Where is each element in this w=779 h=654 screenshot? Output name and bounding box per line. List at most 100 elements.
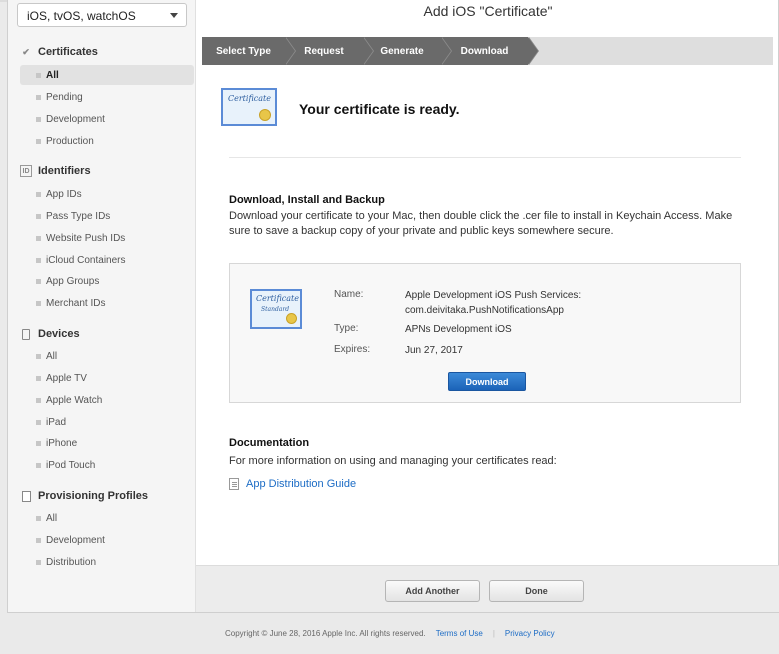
sidebar-section-certificates[interactable]: ✔ Certificates bbox=[20, 43, 98, 61]
sidebar-item-production[interactable]: Production bbox=[20, 131, 194, 151]
sidebar-item-label: Merchant IDs bbox=[46, 297, 106, 309]
sidebar-item-label: iPod Touch bbox=[46, 459, 96, 471]
download-button[interactable]: Download bbox=[448, 372, 526, 391]
sidebar-item-label: App Groups bbox=[46, 275, 100, 287]
sidebar-section-title: Certificates bbox=[38, 46, 98, 58]
step-select-type: Select Type bbox=[202, 37, 296, 65]
bullet-icon bbox=[36, 213, 41, 219]
divider bbox=[229, 157, 741, 158]
sidebar-section-provisioning-profiles[interactable]: Provisioning Profiles bbox=[20, 487, 148, 505]
step-download: Download bbox=[441, 37, 539, 65]
sidebar-item-icloud-containers[interactable]: iCloud Containers bbox=[20, 250, 194, 270]
sidebar-item-ipod-touch[interactable]: iPod Touch bbox=[20, 455, 194, 475]
sidebar-item-label: Development bbox=[46, 113, 105, 125]
download-heading: Download, Install and Backup bbox=[229, 194, 385, 206]
sidebar-item-pending[interactable]: Pending bbox=[20, 87, 194, 107]
privacy-policy-link[interactable]: Privacy Policy bbox=[505, 629, 555, 638]
bullet-icon bbox=[36, 235, 41, 241]
terms-of-use-link[interactable]: Terms of Use bbox=[436, 629, 483, 638]
bullet-icon bbox=[36, 397, 41, 403]
sidebar-item-devices-all[interactable]: All bbox=[20, 346, 194, 366]
name-label: Name: bbox=[334, 289, 364, 300]
certificate-icon-text: Certificate bbox=[256, 294, 299, 303]
bullet-icon bbox=[36, 138, 41, 144]
documentation-heading: Documentation bbox=[229, 437, 310, 449]
sidebar-item-website-push-ids[interactable]: Website Push IDs bbox=[20, 228, 194, 248]
type-value: APNs Development iOS bbox=[405, 324, 512, 335]
sidebar-item-merchant-ids[interactable]: Merchant IDs bbox=[20, 293, 194, 313]
sidebar-item-profiles-distribution[interactable]: Distribution bbox=[20, 552, 194, 572]
sidebar-item-label: Development bbox=[46, 534, 105, 546]
certificate-icon-text: Certificate bbox=[228, 94, 271, 103]
sidebar-item-label: All bbox=[46, 350, 58, 362]
footer-copyright: Copyright © June 28, 2016 Apple Inc. All… bbox=[225, 629, 555, 638]
sidebar-section-title: Devices bbox=[38, 328, 80, 340]
sidebar-item-apple-tv[interactable]: Apple TV bbox=[20, 368, 194, 388]
sidebar-item-apple-watch[interactable]: Apple Watch bbox=[20, 390, 194, 410]
done-button[interactable]: Done bbox=[489, 580, 584, 602]
sidebar-item-ipad[interactable]: iPad bbox=[20, 412, 194, 432]
document-icon bbox=[20, 490, 32, 502]
sidebar-section-identifiers[interactable]: ID Identifiers bbox=[20, 162, 91, 180]
app-distribution-guide-link[interactable]: App Distribution Guide bbox=[229, 478, 356, 490]
device-icon bbox=[20, 328, 32, 340]
certificate-icon: Certificate bbox=[221, 88, 277, 126]
sidebar-item-label: Apple TV bbox=[46, 372, 87, 384]
expires-label: Expires: bbox=[334, 344, 371, 355]
sidebar-item-iphone[interactable]: iPhone bbox=[20, 433, 194, 453]
step-label: Generate bbox=[380, 45, 424, 57]
sidebar-item-label: Production bbox=[46, 135, 94, 147]
platform-select[interactable]: iOS, tvOS, watchOS bbox=[17, 3, 187, 27]
sidebar-section-title: Provisioning Profiles bbox=[38, 490, 149, 502]
sidebar-item-label: App IDs bbox=[46, 188, 82, 200]
platform-select-value: iOS, tvOS, watchOS bbox=[27, 9, 136, 23]
app-frame: iOS, tvOS, watchOS ✔ Certificates All Pe… bbox=[7, 0, 779, 613]
sidebar-item-label: All bbox=[46, 69, 59, 81]
sidebar-item-label: Website Push IDs bbox=[46, 232, 126, 244]
certificate-icon: Certificate Standard bbox=[250, 289, 302, 329]
seal-icon bbox=[286, 313, 297, 324]
bullet-icon bbox=[36, 440, 41, 446]
ready-message: Your certificate is ready. bbox=[299, 101, 460, 117]
name-value: Apple Development iOS Push Services: com… bbox=[405, 288, 581, 318]
sidebar-item-pass-type-ids[interactable]: Pass Type IDs bbox=[20, 206, 194, 226]
bullet-icon bbox=[36, 515, 41, 521]
seal-icon bbox=[259, 109, 271, 121]
step-label: Select Type bbox=[216, 45, 271, 57]
step-request: Request bbox=[285, 37, 374, 65]
sidebar-item-development[interactable]: Development bbox=[20, 109, 194, 129]
add-another-button[interactable]: Add Another bbox=[385, 580, 480, 602]
step-generate: Generate bbox=[363, 37, 452, 65]
bullet-icon bbox=[36, 116, 41, 122]
sidebar-item-label: Pass Type IDs bbox=[46, 210, 111, 222]
certificate-check-icon: ✔ bbox=[22, 46, 30, 57]
bullet-icon bbox=[36, 419, 41, 425]
bullet-icon bbox=[36, 375, 41, 381]
id-badge-icon: ID bbox=[20, 165, 32, 177]
sidebar-item-app-ids[interactable]: App IDs bbox=[20, 184, 194, 204]
sidebar: iOS, tvOS, watchOS ✔ Certificates All Pe… bbox=[8, 0, 196, 612]
copyright-text: Copyright © June 28, 2016 Apple Inc. All… bbox=[225, 629, 426, 638]
footer-separator: | bbox=[492, 629, 495, 638]
sidebar-item-profiles-all[interactable]: All bbox=[20, 508, 194, 528]
step-label: Download bbox=[460, 45, 509, 57]
bullet-icon bbox=[36, 94, 41, 100]
link-label: App Distribution Guide bbox=[246, 478, 357, 490]
chevron-down-icon bbox=[170, 13, 178, 18]
bullet-icon bbox=[36, 72, 41, 78]
sidebar-item-label: iCloud Containers bbox=[46, 254, 126, 266]
bullet-icon bbox=[36, 191, 41, 197]
sidebar-item-label: All bbox=[46, 512, 58, 524]
name-value-line1: Apple Development iOS Push Services: bbox=[405, 290, 582, 301]
certificate-details-panel: Certificate Standard Name: Apple Develop… bbox=[229, 263, 741, 403]
bullet-icon bbox=[36, 462, 41, 468]
bullet-icon bbox=[36, 559, 41, 565]
download-instructions: Download your certificate to your Mac, t… bbox=[229, 210, 733, 237]
step-progress-bar: Select Type Request Generate Download bbox=[202, 37, 773, 65]
sidebar-section-devices[interactable]: Devices bbox=[20, 325, 80, 343]
sidebar-item-certificates-all[interactable]: All bbox=[20, 65, 194, 85]
sidebar-item-app-groups[interactable]: App Groups bbox=[20, 271, 194, 291]
sidebar-item-label: Pending bbox=[46, 91, 83, 103]
step-label: Request bbox=[304, 45, 344, 57]
sidebar-item-profiles-development[interactable]: Development bbox=[20, 530, 194, 550]
